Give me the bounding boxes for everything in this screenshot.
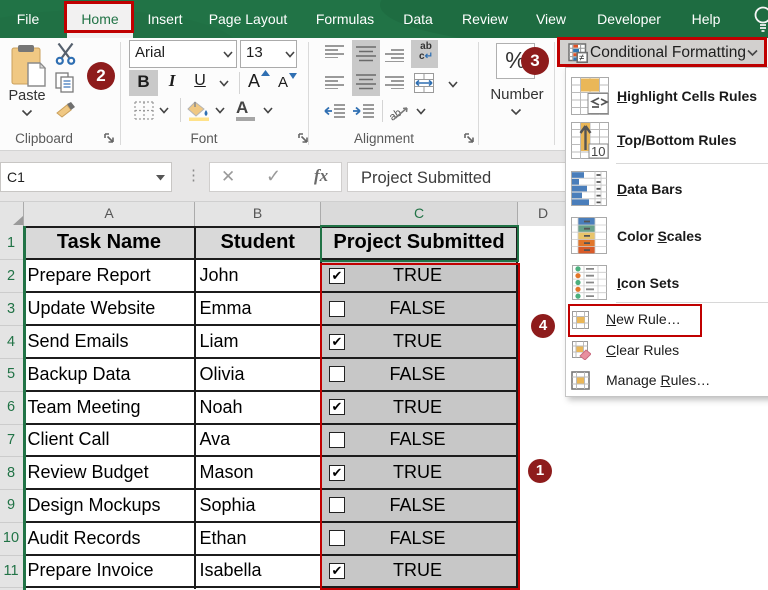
svg-text:ab: ab [390, 107, 404, 121]
svg-text:10: 10 [591, 144, 605, 159]
